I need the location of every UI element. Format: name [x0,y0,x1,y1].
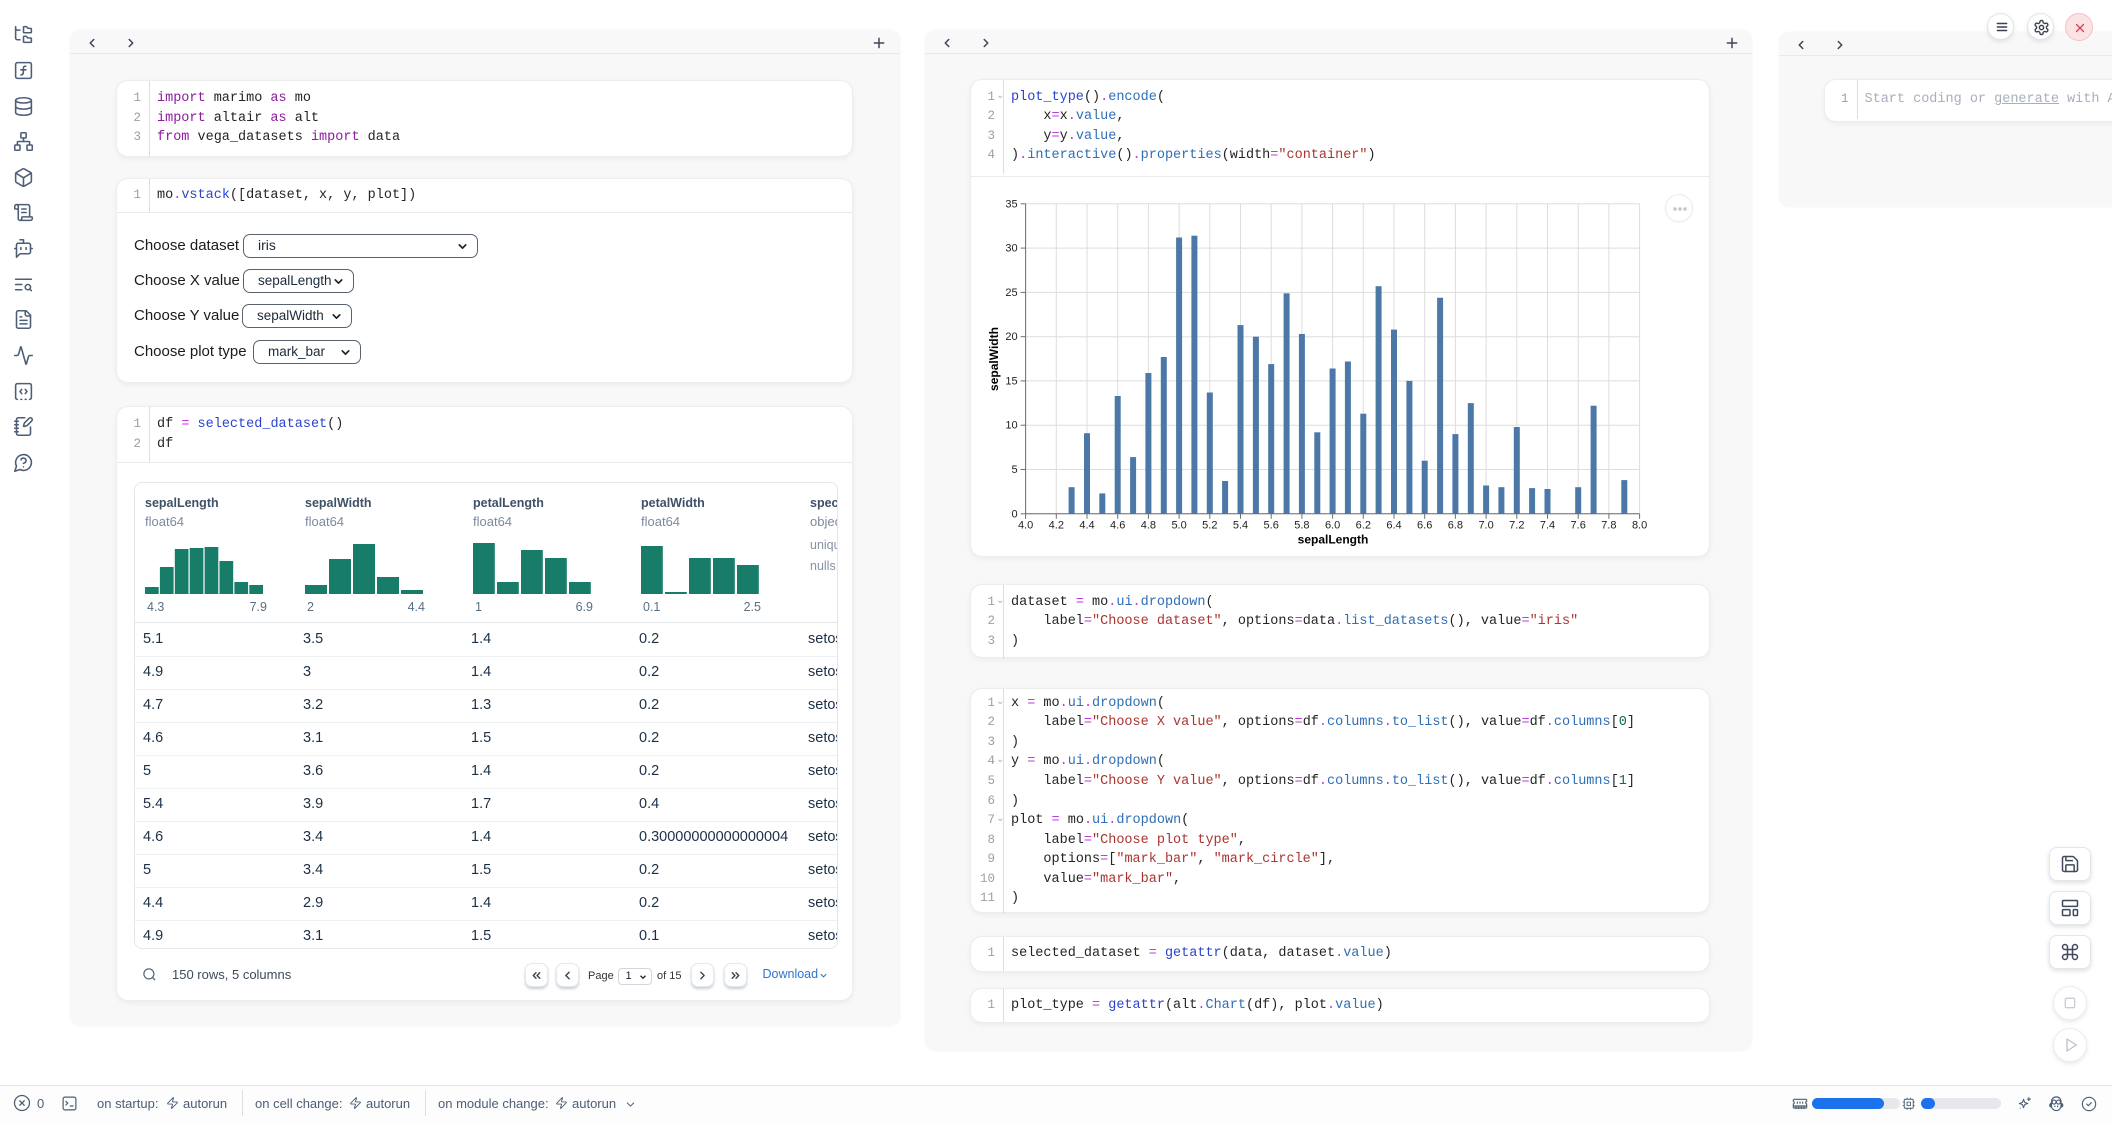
svg-text:5: 5 [1011,464,1017,476]
svg-text:35: 35 [1005,198,1017,210]
svg-text:4.2: 4.2 [1049,519,1064,531]
svg-text:6.6: 6.6 [1417,519,1432,531]
svg-text:5.4: 5.4 [1233,519,1248,531]
svg-text:5.2: 5.2 [1202,519,1217,531]
svg-text:30: 30 [1005,242,1017,254]
svg-text:8.0: 8.0 [1632,519,1647,531]
svg-text:sepalLength: sepalLength [1298,532,1369,546]
svg-text:15: 15 [1005,375,1017,387]
svg-text:0: 0 [1011,508,1017,520]
svg-text:6.8: 6.8 [1448,519,1463,531]
svg-text:20: 20 [1005,331,1017,343]
svg-text:5.6: 5.6 [1264,519,1279,531]
svg-text:6.0: 6.0 [1325,519,1340,531]
svg-text:sepalWidth: sepalWidth [987,327,1001,391]
svg-text:4.6: 4.6 [1110,519,1125,531]
svg-text:5.0: 5.0 [1171,519,1186,531]
svg-text:7.2: 7.2 [1509,519,1524,531]
svg-text:7.4: 7.4 [1540,519,1555,531]
svg-text:7.8: 7.8 [1601,519,1616,531]
svg-text:4.4: 4.4 [1079,519,1094,531]
svg-text:7.6: 7.6 [1571,519,1586,531]
svg-text:4.8: 4.8 [1141,519,1156,531]
svg-text:25: 25 [1005,286,1017,298]
svg-text:10: 10 [1005,419,1017,431]
svg-text:5.8: 5.8 [1294,519,1309,531]
svg-text:4.0: 4.0 [1018,519,1033,531]
svg-text:6.2: 6.2 [1356,519,1371,531]
svg-text:6.4: 6.4 [1386,519,1401,531]
svg-text:7.0: 7.0 [1478,519,1493,531]
